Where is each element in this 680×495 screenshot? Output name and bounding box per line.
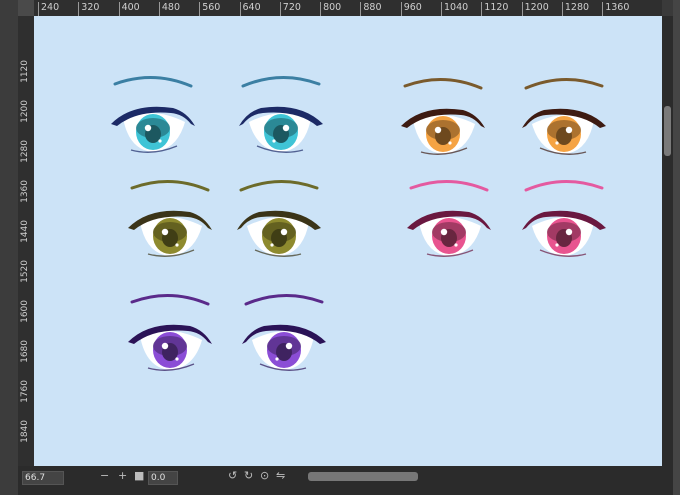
highlight — [282, 124, 290, 132]
highlight — [158, 139, 162, 143]
right-eye-teal — [239, 75, 323, 153]
right-eye-pink — [522, 179, 606, 257]
highlight — [440, 228, 448, 236]
flip-icon[interactable]: ⇋ — [276, 470, 285, 482]
highlight — [565, 228, 573, 236]
left-eye-orange — [401, 77, 485, 155]
horizontal-ruler: 240 320 400 480 560 640 720 800 880 960 1040 1120 12… — [34, 0, 662, 16]
ruler-tick-label: 400 — [118, 2, 140, 16]
ruler-tick-label: 1840 — [20, 420, 30, 443]
ruler-tick-label: 1360 — [20, 180, 30, 203]
ruler-tick-label: 1280 — [561, 2, 589, 16]
vertical-scrollbar[interactable] — [662, 16, 673, 466]
ruler-tick-label: 1200 — [521, 2, 549, 16]
left-eye-purple — [128, 293, 212, 371]
zoom-level-field[interactable]: 66.7 — [22, 471, 64, 485]
eyebrow — [524, 77, 604, 90]
zoom-out-icon[interactable]: − — [100, 470, 109, 482]
highlight — [555, 141, 559, 145]
right-eye-purple — [242, 293, 326, 371]
ruler-tick-label: 560 — [199, 2, 220, 16]
rotation-angle-field[interactable]: 0.0 — [148, 471, 178, 485]
eyebrow — [241, 75, 321, 88]
ruler-tick-label: 1120 — [20, 60, 30, 83]
ruler-tick-label: 1520 — [20, 260, 30, 283]
left-eye-olive — [128, 179, 212, 257]
status-bar: 66.7 − + ■ 0.0 ↺ ↻ ⊙ ⇋ — [18, 466, 673, 495]
highlight — [175, 357, 179, 361]
highlight — [434, 126, 442, 134]
horizontal-scroll-thumb[interactable] — [308, 472, 418, 481]
highlight — [565, 126, 573, 134]
right-eye-orange — [522, 77, 606, 155]
eyebrow — [130, 293, 210, 306]
left-toolbar-strip — [0, 0, 18, 495]
eyebrow — [409, 179, 489, 192]
highlight — [454, 243, 458, 247]
ruler-tick-label: 1760 — [20, 380, 30, 403]
eyebrow — [403, 77, 483, 90]
ruler-corner — [18, 0, 34, 16]
ruler-tick-label: 1360 — [602, 2, 629, 16]
highlight — [275, 357, 279, 361]
highlight — [272, 139, 276, 143]
eyebrow — [130, 179, 210, 192]
ruler-tick-label: 480 — [158, 2, 180, 16]
right-panel-edge — [673, 0, 680, 495]
ruler-tick-label: 640 — [239, 2, 261, 16]
ruler-tick-label: 1040 — [441, 2, 468, 16]
zoom-in-icon[interactable]: + — [118, 470, 127, 482]
ruler-tick-label: 1680 — [20, 340, 30, 363]
ruler-tick-label: 320 — [78, 2, 99, 16]
ruler-tick-label: 1440 — [20, 220, 30, 243]
highlight — [285, 342, 293, 350]
ruler-tick-label: 720 — [279, 2, 301, 16]
ruler-tick-label: 240 — [38, 2, 59, 16]
highlight — [175, 243, 179, 247]
eyebrow — [239, 179, 319, 192]
rotate-right-icon[interactable]: ↻ — [244, 470, 253, 482]
highlight — [161, 342, 169, 350]
rotate-left-icon[interactable]: ↺ — [228, 470, 237, 482]
eyebrow — [244, 293, 324, 306]
highlight — [270, 243, 274, 247]
vertical-ruler: 1120 1200 1280 1360 1440 1520 1600 1680 1760 1840 — [18, 16, 34, 466]
ruler-tick-label: 1120 — [481, 2, 508, 16]
eyebrow — [113, 75, 193, 88]
ruler-tick-label: 1600 — [20, 300, 30, 323]
left-eye-pink — [407, 179, 491, 257]
ruler-tick-label: 1280 — [20, 140, 30, 163]
reset-icon[interactable]: ⊙ — [260, 470, 269, 482]
highlight — [448, 141, 452, 145]
ruler-tick-label: 880 — [360, 2, 382, 16]
drawing-canvas[interactable] — [34, 16, 662, 466]
fit-icon[interactable]: ■ — [134, 470, 144, 482]
highlight — [280, 228, 288, 236]
vertical-scroll-thumb[interactable] — [664, 106, 671, 156]
highlight — [144, 124, 152, 132]
ruler-tick-label: 960 — [400, 2, 422, 16]
highlight — [555, 243, 559, 247]
ruler-tick-label: 1200 — [20, 100, 30, 123]
eyebrow — [524, 179, 604, 192]
eye-artwork — [111, 75, 606, 371]
highlight — [161, 228, 169, 236]
left-eye-teal — [111, 75, 195, 153]
right-eye-olive — [237, 179, 321, 257]
ruler-tick-label: 800 — [320, 2, 341, 16]
